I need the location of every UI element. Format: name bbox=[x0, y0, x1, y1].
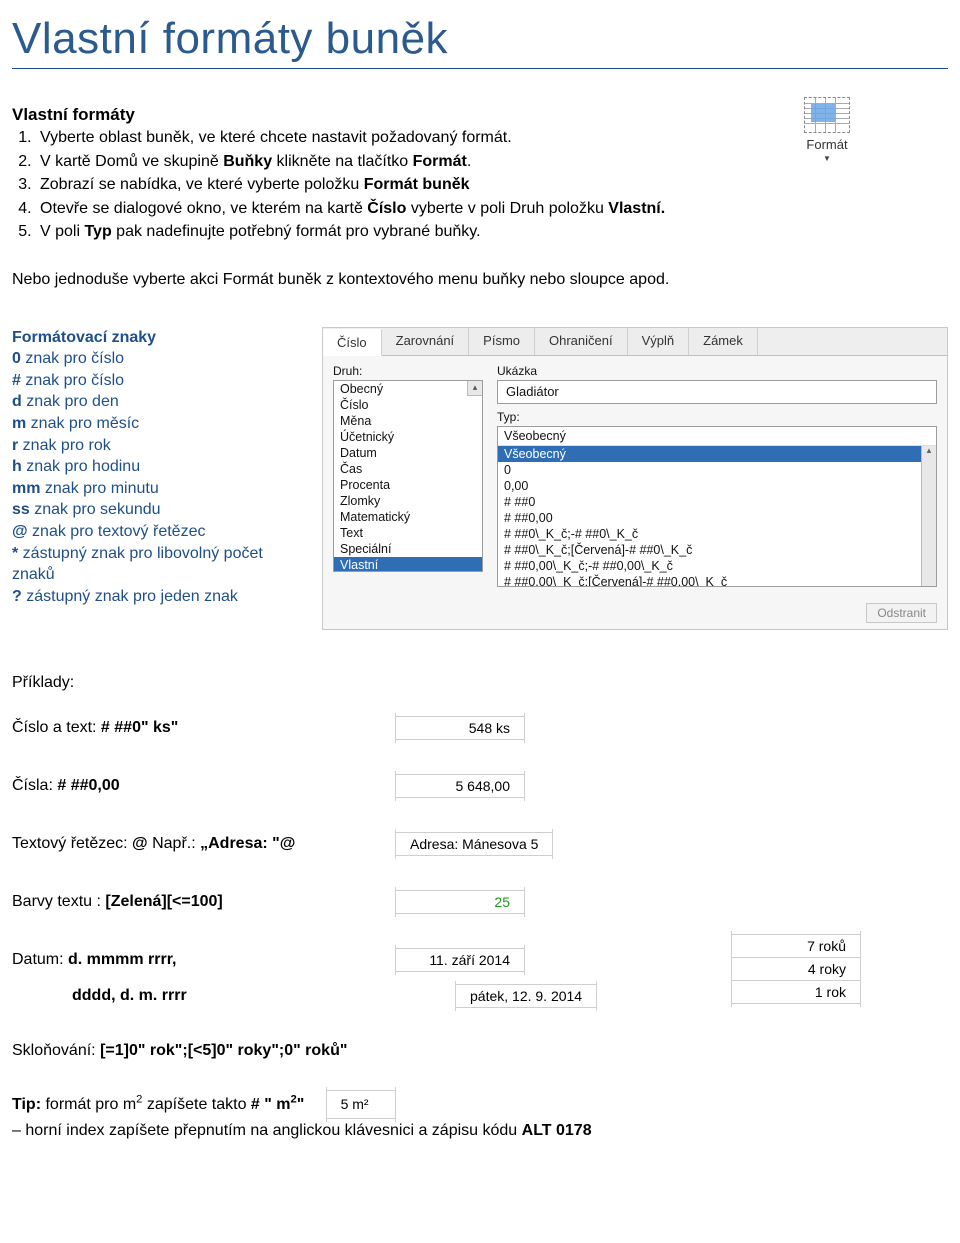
fmt-line: * zástupný znak pro libovolný počet znak… bbox=[12, 543, 292, 586]
example-cell: Adresa: Mánesova 5 bbox=[396, 832, 552, 856]
example-cell: 548 ks bbox=[396, 716, 524, 740]
step-5: V poli Typ pak nadefinujte potřebný form… bbox=[36, 221, 948, 243]
typ-item[interactable]: # ##0\_K_č;[Červená]-# ##0\_K_č bbox=[498, 542, 936, 558]
druh-item[interactable]: Číslo bbox=[334, 397, 482, 413]
typ-item-selected[interactable]: Všeobecný bbox=[498, 446, 936, 462]
druh-label: Druh: bbox=[333, 364, 483, 378]
druh-item[interactable]: Text bbox=[334, 525, 482, 541]
format-icon-label: Formát bbox=[792, 137, 862, 152]
typ-item[interactable]: # ##0\_K_č;-# ##0\_K_č bbox=[498, 526, 936, 542]
typ-item[interactable]: 0,00 bbox=[498, 478, 936, 494]
example-label: Datum: d. mmmm rrrr, bbox=[12, 951, 372, 969]
years-cell: 1 rok bbox=[732, 980, 860, 1004]
step-3: Zobrazí se nabídka, ve které vyberte pol… bbox=[36, 174, 948, 196]
format-chars-block: Formátovací znaky 0 znak pro číslo # zna… bbox=[12, 327, 292, 608]
typ-input[interactable]: Všeobecný bbox=[498, 427, 936, 446]
typ-item[interactable]: # ##0,00\_K_č;[Červená]-# ##0,00\_K_č bbox=[498, 574, 936, 586]
tab-pismo[interactable]: Písmo bbox=[469, 328, 535, 355]
tab-ohraniceni[interactable]: Ohraničení bbox=[535, 328, 628, 355]
example-cell: pátek, 12. 9. 2014 bbox=[456, 984, 596, 1008]
tab-zamek[interactable]: Zámek bbox=[689, 328, 758, 355]
example-cell: 25 bbox=[396, 890, 524, 914]
typ-item[interactable]: # ##0,00 bbox=[498, 510, 936, 526]
page-title: Vlastní formáty buněk bbox=[12, 14, 948, 64]
fmt-line: 0 znak pro číslo bbox=[12, 348, 292, 370]
context-menu-note: Nebo jednoduše vyberte akci Formát buněk… bbox=[12, 269, 948, 291]
typ-label: Typ: bbox=[497, 410, 937, 424]
druh-item[interactable]: Obecný bbox=[334, 381, 482, 397]
druh-item[interactable]: Datum bbox=[334, 445, 482, 461]
title-underline bbox=[12, 68, 948, 69]
typ-item[interactable]: # ##0,00\_K_č;-# ##0,00\_K_č bbox=[498, 558, 936, 574]
druh-item[interactable]: Účetnický bbox=[334, 429, 482, 445]
example-label: Textový řetězec: @ Např.: „Adresa: "@ bbox=[12, 835, 372, 853]
fmt-line: # znak pro číslo bbox=[12, 370, 292, 392]
format-chars-heading: Formátovací znaky bbox=[12, 327, 292, 349]
remove-button[interactable]: Odstranit bbox=[866, 603, 937, 623]
example-label-sklonovani: Skloňování: [=1]0" rok";[<5]0" roky";0" … bbox=[12, 1042, 347, 1060]
fmt-line: d znak pro den bbox=[12, 391, 292, 413]
druh-item[interactable]: Měna bbox=[334, 413, 482, 429]
ukazka-value: Gladiátor bbox=[497, 380, 937, 404]
step-4: Otevře se dialogové okno, ve kterém na k… bbox=[36, 198, 948, 220]
typ-item[interactable]: 0 bbox=[498, 462, 936, 478]
years-cell: 4 roky bbox=[732, 957, 860, 980]
examples-heading: Příklady: bbox=[12, 674, 948, 692]
druh-item-selected[interactable]: Vlastní bbox=[334, 557, 482, 572]
grid-icon bbox=[804, 97, 850, 133]
years-cell: 7 roků bbox=[732, 934, 860, 957]
druh-item[interactable]: Zlomky bbox=[334, 493, 482, 509]
example-label: Číslo a text: # ##0" ks" bbox=[12, 719, 372, 737]
tip-block: Tip: formát pro m2 zapíšete takto # " m2… bbox=[12, 1090, 948, 1143]
dropdown-icon: ▼ bbox=[792, 154, 862, 163]
fmt-line: @ znak pro textový řetězec bbox=[12, 521, 292, 543]
example-cell: 11. září 2014 bbox=[396, 948, 524, 972]
fmt-line: r znak pro rok bbox=[12, 435, 292, 457]
dialog-tabs: Číslo Zarovnání Písmo Ohraničení Výplň Z… bbox=[323, 328, 947, 356]
fmt-line: ss znak pro sekundu bbox=[12, 499, 292, 521]
typ-item[interactable]: # ##0 bbox=[498, 494, 936, 510]
tip-cell: 5 m² bbox=[327, 1090, 395, 1119]
example-label: Barvy textu : [Zelená][<=100] bbox=[12, 893, 372, 911]
typ-box[interactable]: Všeobecný Všeobecný 0 0,00 # ##0 # ##0,0… bbox=[497, 426, 937, 587]
example-cell: 5 648,00 bbox=[396, 774, 524, 798]
druh-item[interactable]: Procenta bbox=[334, 477, 482, 493]
fmt-line: ? zástupný znak pro jeden znak bbox=[12, 586, 292, 608]
format-button-icon[interactable]: Formát ▼ bbox=[792, 97, 862, 163]
tab-cislo[interactable]: Číslo bbox=[323, 329, 382, 356]
tab-zarovnani[interactable]: Zarovnání bbox=[382, 328, 470, 355]
tab-vypln[interactable]: Výplň bbox=[628, 328, 690, 355]
example-label: Čísla: # ##0,00 bbox=[12, 777, 372, 795]
example-label-date2: dddd, d. m. rrrr bbox=[72, 987, 432, 1005]
scrollbar[interactable] bbox=[921, 446, 936, 586]
fmt-line: m znak pro měsíc bbox=[12, 413, 292, 435]
fmt-line: mm znak pro minutu bbox=[12, 478, 292, 500]
druh-item[interactable]: Matematický bbox=[334, 509, 482, 525]
format-cells-dialog: Číslo Zarovnání Písmo Ohraničení Výplň Z… bbox=[322, 327, 948, 630]
ukazka-label: Ukázka bbox=[497, 364, 937, 378]
scroll-up-icon[interactable]: ▴ bbox=[467, 381, 482, 396]
druh-item[interactable]: Speciální bbox=[334, 541, 482, 557]
druh-listbox[interactable]: ▴ Obecný Číslo Měna Účetnický Datum Čas … bbox=[333, 380, 483, 572]
fmt-line: h znak pro hodinu bbox=[12, 456, 292, 478]
druh-item[interactable]: Čas bbox=[334, 461, 482, 477]
